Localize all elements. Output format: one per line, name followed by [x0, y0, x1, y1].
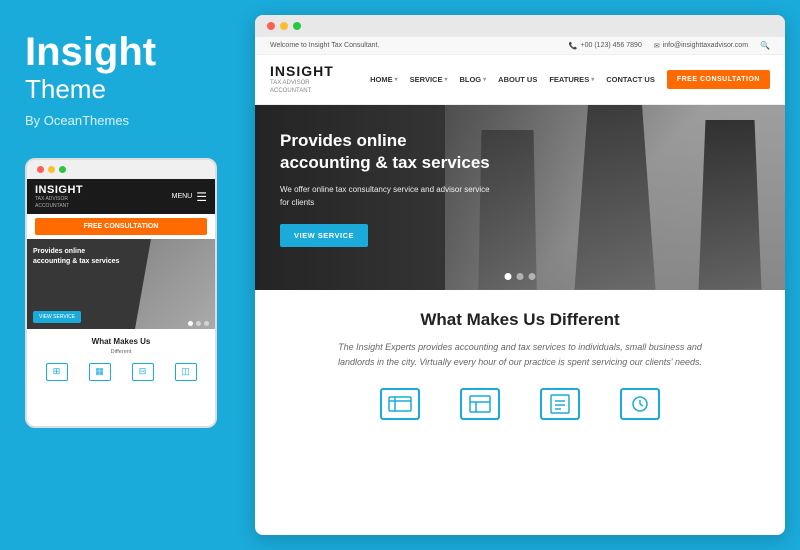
- mobile-what-title: What Makes Us: [35, 337, 207, 346]
- mobile-dot-red: [37, 166, 44, 173]
- wmud-icon-1: [380, 388, 420, 420]
- mobile-dot-green: [59, 166, 66, 173]
- left-panel: Insight Theme By OceanThemes INSIGHT TAX…: [0, 0, 245, 550]
- wmud-icon-4: [620, 388, 660, 420]
- nav-service[interactable]: SERVICE ▾: [410, 75, 448, 84]
- hero-view-service-button[interactable]: VIEW SERVICE: [280, 224, 368, 247]
- wmud-description: The Insight Experts provides accounting …: [320, 340, 720, 371]
- brand-title: Insight: [25, 30, 220, 74]
- features-arrow-icon: ▾: [591, 76, 594, 83]
- mobile-menu-label: MENU: [172, 193, 193, 200]
- mobile-nav: INSIGHT TAX ADVISORACCOUNTANT MENU ☰: [27, 179, 215, 214]
- mobile-top-bar: [27, 160, 215, 179]
- mobile-icon-2: ▦: [89, 363, 111, 381]
- carousel-dot-2: [196, 321, 201, 326]
- email-icon: ✉: [654, 42, 660, 50]
- service-arrow-icon: ▾: [444, 76, 447, 83]
- desktop-dot-red: [267, 22, 275, 30]
- mobile-hero: Provides online accounting & tax service…: [27, 239, 215, 329]
- phone-icon: 📞: [569, 42, 578, 50]
- mobile-bottom-section: What Makes Us Different ⊞ ▦ ⊟ ◫: [27, 329, 215, 389]
- mobile-what-sub: Different: [35, 349, 207, 357]
- desktop-header-top: Welcome to Insight Tax Consultant. 📞 +00…: [255, 37, 785, 55]
- mobile-icon-4: ◫: [175, 363, 197, 381]
- header-contact: 📞 +00 (123) 456 7890 ✉ info@insighttaxad…: [569, 41, 770, 50]
- desktop-mockup: Welcome to Insight Tax Consultant. 📞 +00…: [255, 15, 785, 535]
- nav-menu: HOME ▾ SERVICE ▾ BLOG ▾ ABOUT US FEATURE…: [370, 70, 770, 89]
- mobile-mockup: INSIGHT TAX ADVISORACCOUNTANT MENU ☰ FRE…: [25, 158, 217, 428]
- mobile-dot-yellow: [48, 166, 55, 173]
- wmud-icon-3: [540, 388, 580, 420]
- mobile-icon-1: ⊞: [46, 363, 68, 381]
- email-contact: ✉ info@insighttaxadvisor.com: [654, 42, 748, 50]
- mobile-cta-bar: FREE CONSULTATION: [27, 214, 215, 239]
- mobile-icons-row: ⊞ ▦ ⊟ ◫: [35, 363, 207, 381]
- blog-arrow-icon: ▾: [483, 76, 486, 83]
- nav-blog[interactable]: BLOG ▾: [459, 75, 486, 84]
- desktop-dot-yellow: [280, 22, 288, 30]
- mobile-view-service-button[interactable]: VIEW SERVICE: [33, 311, 81, 323]
- desktop-logo-sub: TAX ADVISORACCOUNTANT: [270, 79, 334, 96]
- nav-cta-button[interactable]: FREE CONSULTATION: [667, 70, 770, 89]
- mobile-hero-text: Provides online accounting & tax service…: [33, 247, 123, 267]
- mobile-cta-button[interactable]: FREE CONSULTATION: [35, 218, 207, 235]
- mobile-logo: INSIGHT TAX ADVISORACCOUNTANT: [35, 184, 83, 209]
- mobile-carousel-dots: [188, 321, 209, 326]
- hero-carousel-dots: [505, 273, 536, 280]
- carousel-dot-3: [204, 321, 209, 326]
- hero-dot-1: [505, 273, 512, 280]
- desktop-hero: Provides online accounting & tax service…: [255, 105, 785, 290]
- wmud-icon-2: [460, 388, 500, 420]
- mobile-logo-text: INSIGHT: [35, 184, 83, 196]
- mobile-hero-bg: [135, 239, 215, 329]
- hero-dot-3: [529, 273, 536, 280]
- header-phone: +00 (123) 456 7890: [581, 42, 642, 49]
- nav-contact[interactable]: CONTACT US: [606, 75, 655, 84]
- wmud-title: What Makes Us Different: [285, 310, 755, 330]
- desktop-logo-text: INSIGHT: [270, 63, 334, 79]
- search-icon[interactable]: 🔍: [760, 41, 770, 50]
- brand-subtitle: Theme: [25, 74, 220, 105]
- carousel-dot-1: [188, 321, 193, 326]
- hero-dot-2: [517, 273, 524, 280]
- desktop-dot-green: [293, 22, 301, 30]
- mobile-icon-3: ⊟: [132, 363, 154, 381]
- desktop-top-bar: [255, 15, 785, 37]
- phone-contact: 📞 +00 (123) 456 7890: [569, 42, 642, 50]
- desktop-nav: INSIGHT TAX ADVISORACCOUNTANT HOME ▾ SER…: [255, 55, 785, 105]
- nav-home[interactable]: HOME ▾: [370, 75, 398, 84]
- brand-by: By OceanThemes: [25, 113, 220, 128]
- hamburger-icon[interactable]: ☰: [196, 190, 207, 204]
- wmud-icons-row: [285, 388, 755, 420]
- desktop-wmud-section: What Makes Us Different The Insight Expe…: [255, 290, 785, 436]
- hero-content: Provides online accounting & tax service…: [280, 130, 500, 247]
- nav-about[interactable]: ABOUT US: [498, 75, 537, 84]
- hero-description: We offer online tax consultancy service …: [280, 184, 500, 210]
- mobile-logo-sub: TAX ADVISORACCOUNTANT: [35, 196, 83, 209]
- desktop-logo: INSIGHT TAX ADVISORACCOUNTANT: [270, 63, 334, 96]
- hero-title: Provides online accounting & tax service…: [280, 130, 500, 174]
- home-arrow-icon: ▾: [395, 76, 398, 83]
- header-email: info@insighttaxadvisor.com: [663, 42, 748, 49]
- nav-features[interactable]: FEATURES ▾: [549, 75, 594, 84]
- header-welcome: Welcome to Insight Tax Consultant.: [270, 42, 379, 49]
